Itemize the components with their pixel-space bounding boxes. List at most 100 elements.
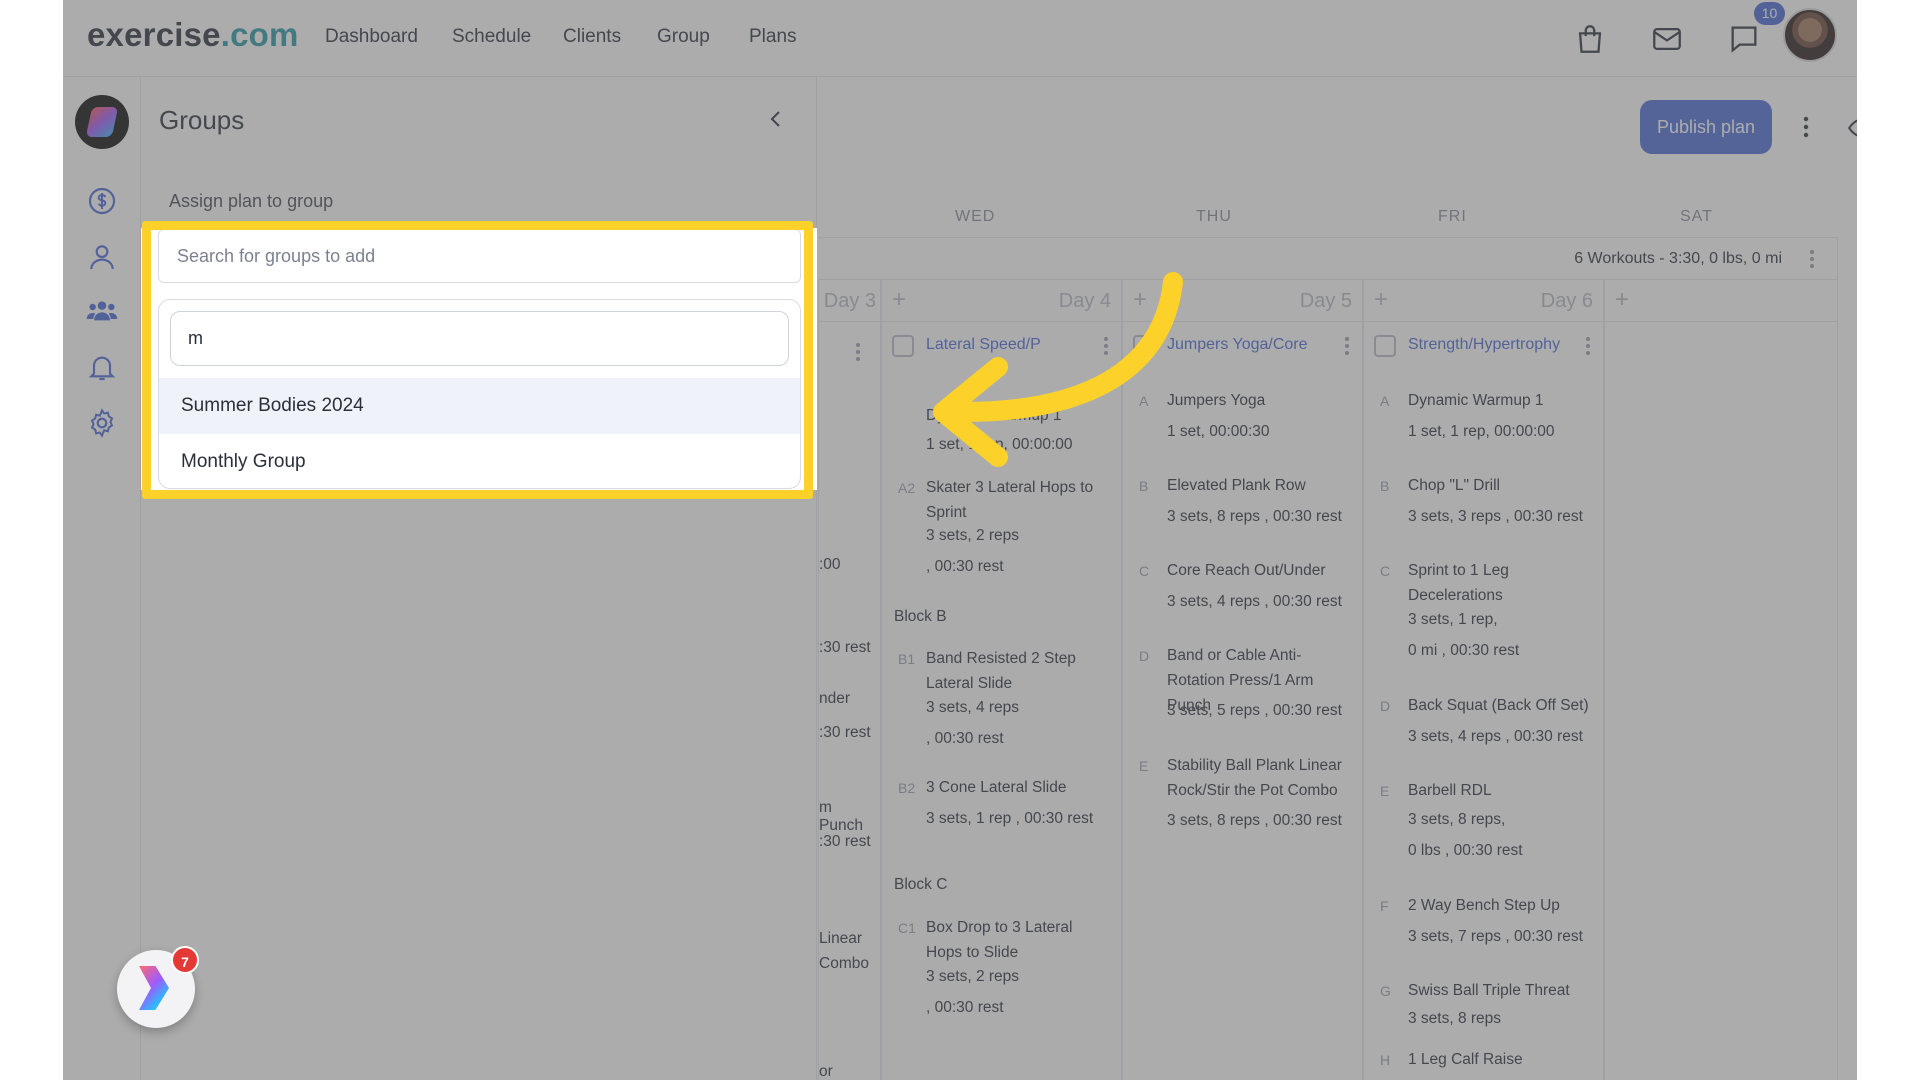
workout-title[interactable]: Strength/Hypertrophy — [1408, 336, 1560, 354]
workout-checkbox[interactable] — [892, 335, 914, 357]
day-column-3: Day 3 :00 :30 rest nder :30 rest m Punch… — [818, 280, 881, 1080]
exercise-detail: 3 sets, 1 rep , 00:30 rest — [926, 810, 1094, 827]
exercise-name[interactable]: 2 Way Bench Step Up — [1408, 893, 1560, 918]
plan-calendar: Publish plan WED THU FRI SAT 6 Workouts … — [818, 77, 1857, 1080]
exercise-name[interactable]: Band Resisted 2 Step Lateral Slide — [926, 646, 1111, 696]
dropdown-search-input[interactable] — [170, 311, 789, 366]
exercise-name[interactable]: 1 Leg Calf Raise — [1408, 1047, 1523, 1072]
partial-text: :30 rest — [819, 724, 871, 741]
exercise-letter: C1 — [898, 920, 916, 936]
mail-icon[interactable] — [1650, 22, 1684, 56]
exercise-letter: F — [1380, 898, 1389, 914]
exercise-name[interactable]: Skater 3 Lateral Hops to Sprint — [926, 475, 1111, 525]
workout-title[interactable]: Lateral Speed/P — [926, 336, 1076, 354]
exercise-letter: A — [1139, 393, 1149, 409]
brand-domain: .com — [220, 16, 299, 53]
workout-more-icon[interactable] — [1103, 336, 1109, 356]
summary-more-icon[interactable] — [1809, 248, 1815, 270]
bell-icon[interactable] — [86, 351, 118, 383]
exercise-name[interactable]: Back Squat (Back Off Set) — [1408, 693, 1589, 718]
nav-dashboard[interactable]: Dashboard — [325, 26, 418, 48]
day-column-header: + Day 6 — [1364, 280, 1603, 322]
publish-plan-button[interactable]: Publish plan — [1640, 100, 1772, 154]
day-column-header: + Day 4 — [882, 280, 1121, 322]
add-workout-icon[interactable]: + — [1615, 286, 1629, 314]
exercise-letter: G — [1380, 983, 1391, 999]
block-label: Block B — [894, 608, 947, 625]
shopping-bag-icon[interactable] — [1573, 22, 1607, 56]
exercise-name[interactable]: Dynamic Warmup 1 — [1408, 388, 1544, 413]
exercise-detail: 0 mi , 00:30 rest — [1408, 642, 1520, 659]
exercise-name[interactable]: Stability Ball Plank Linear Rock/Stir th… — [1167, 753, 1359, 803]
nav-clients[interactable]: Clients — [563, 26, 621, 48]
workout-title-row: Lateral Speed/P — [882, 322, 1121, 368]
dollar-icon[interactable] — [86, 185, 118, 217]
workout-more-icon[interactable] — [855, 342, 861, 362]
exercise-letter: B2 — [898, 780, 916, 796]
partial-text: Linear — [819, 930, 863, 947]
brand-name: exercise — [87, 16, 221, 53]
exercise-name[interactable]: Core Reach Out/Under — [1167, 558, 1326, 583]
workout-checkbox[interactable] — [1133, 335, 1155, 357]
day-column-6: + Day 6 Strength/Hypertrophy A Dynamic W… — [1363, 280, 1604, 1080]
exercise-detail: 3 sets, 1 rep, — [1408, 611, 1498, 628]
more-options-icon[interactable] — [1803, 115, 1809, 139]
nav-group[interactable]: Group — [657, 26, 710, 48]
add-workout-icon[interactable]: + — [892, 286, 906, 314]
workout-checkbox[interactable] — [1374, 335, 1396, 357]
eye-icon[interactable] — [1848, 113, 1857, 143]
exercise-name[interactable]: Dynamic Warmup 1 — [926, 403, 1062, 428]
chevron-left-icon[interactable] — [764, 107, 788, 131]
gear-icon[interactable] — [86, 407, 118, 439]
exercise-name[interactable]: Barbell RDL — [1408, 778, 1492, 803]
nav-plans[interactable]: Plans — [749, 26, 797, 48]
exercise-letter: D — [1380, 698, 1391, 714]
exercise-detail: 3 sets, 8 reps, — [1408, 811, 1506, 828]
group-icon[interactable] — [86, 295, 118, 327]
exercise-name[interactable]: Chop "L" Drill — [1408, 473, 1500, 498]
workout-more-icon[interactable] — [1344, 336, 1350, 356]
exercise-letter: C — [1380, 563, 1391, 579]
app-logo[interactable] — [75, 95, 129, 149]
exercise-detail: 3 sets, 2 reps — [926, 527, 1020, 544]
exercise-letter: B — [1139, 478, 1149, 494]
workout-title[interactable]: Jumpers Yoga/Core — [1167, 336, 1308, 354]
dropdown-option[interactable]: Monthly Group — [159, 434, 800, 488]
avatar[interactable] — [1783, 8, 1837, 62]
left-rail — [63, 77, 141, 1080]
day-column-5: + Day 5 Jumpers Yoga/Core A Jumpers Yoga… — [1122, 280, 1363, 1080]
exercise-letter: B1 — [898, 651, 916, 667]
user-icon[interactable] — [86, 241, 118, 273]
exercise-detail: 3 sets, 5 reps , 00:30 rest — [1167, 702, 1342, 719]
exercise-name[interactable]: Swiss Ball Triple Threat — [1408, 978, 1570, 1003]
dropdown-option[interactable]: Summer Bodies 2024 — [159, 378, 800, 434]
exercise-name[interactable]: 3 Cone Lateral Slide — [926, 775, 1066, 800]
exercise-name[interactable]: Jumpers Yoga — [1167, 388, 1265, 413]
add-workout-icon[interactable]: + — [1133, 286, 1147, 314]
day-header-sat: SAT — [1680, 208, 1713, 225]
nav-schedule[interactable]: Schedule — [452, 26, 531, 48]
top-nav: exercise.com Dashboard Schedule Clients … — [63, 0, 1857, 77]
chat-icon[interactable] — [1727, 22, 1761, 56]
exercise-detail: 1 set, 1 rep, 00:00:00 — [926, 436, 1073, 453]
exercise-name[interactable]: Elevated Plank Row — [1167, 473, 1306, 498]
week-summary: 6 Workouts - 3:30, 0 lbs, 0 mi — [1574, 250, 1782, 267]
exercise-letter: E — [1380, 783, 1390, 799]
block-label: Block C — [894, 876, 948, 893]
brand-logo[interactable]: exercise.com — [87, 16, 299, 54]
add-workout-icon[interactable]: + — [1374, 286, 1388, 314]
day-header-wed: WED — [955, 208, 996, 225]
workout-more-icon[interactable] — [1585, 336, 1591, 356]
exercise-letter: A2 — [898, 480, 916, 496]
exercise-name[interactable]: Sprint to 1 Leg Decelerations — [1408, 558, 1558, 608]
exercise-detail: 3 sets, 8 reps — [1408, 1010, 1502, 1027]
exercise-detail: 3 sets, 4 reps , 00:30 rest — [1167, 593, 1342, 610]
day-column-header: + Day 5 — [1123, 280, 1362, 322]
exercise-detail: 3 sets, 4 reps — [926, 699, 1020, 716]
group-search-input[interactable] — [158, 229, 801, 283]
exercise-name[interactable]: Box Drop to 3 Lateral Hops to Slide — [926, 915, 1111, 965]
app-window: exercise.com Dashboard Schedule Clients … — [63, 0, 1857, 1080]
day-header-fri: FRI — [1438, 208, 1467, 225]
partial-text: m Punch — [819, 799, 863, 834]
exercise-letter: E — [1139, 758, 1149, 774]
